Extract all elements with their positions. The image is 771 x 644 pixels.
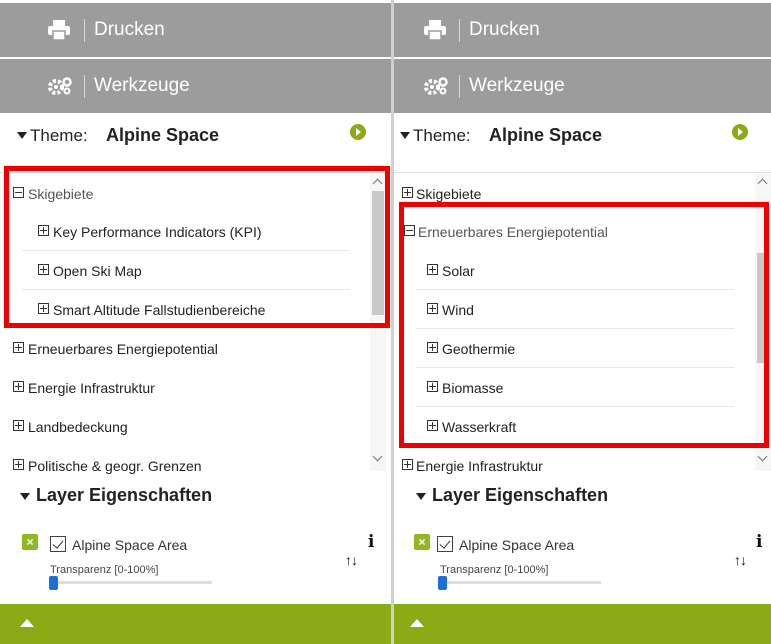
right-panel: Drucken Werkzeuge Theme: Alpine Space Sk… — [394, 0, 771, 644]
highlight-box — [399, 202, 769, 448]
theme-prefix: Theme: — [413, 126, 471, 145]
print-button[interactable]: Drucken — [0, 3, 391, 57]
arrow-right-circle-icon[interactable] — [350, 124, 366, 140]
chevron-up-icon[interactable] — [20, 619, 34, 627]
tools-button[interactable]: Werkzeuge — [394, 59, 771, 113]
layer-properties-header[interactable]: Layer Eigenschaften — [394, 483, 771, 511]
footer-toggle-bar[interactable] — [0, 604, 391, 644]
tree-item-energie-infrastruktur[interactable]: Energie Infrastruktur — [0, 369, 370, 407]
info-icon[interactable]: i — [756, 532, 762, 552]
chevron-up-icon[interactable] — [410, 619, 424, 627]
up-down-arrows-icon[interactable]: ↑↓ — [734, 552, 747, 568]
theme-name: Alpine Space — [106, 125, 220, 145]
caret-down-icon — [400, 132, 410, 139]
slider-handle[interactable] — [49, 576, 58, 590]
layer-section-title: Layer Eigenschaften — [432, 485, 609, 505]
printer-icon — [48, 20, 70, 46]
expand-icon[interactable] — [13, 342, 24, 353]
print-label: Drucken — [94, 19, 165, 40]
transparency-label: Transparenz [0-100%] — [50, 564, 159, 576]
expand-icon[interactable] — [13, 381, 24, 392]
scroll-down-icon[interactable] — [757, 451, 768, 462]
close-icon[interactable]: × — [22, 534, 38, 550]
footer-toggle-bar[interactable] — [394, 604, 771, 644]
tree-item-erneuerbares[interactable]: Erneuerbares Energiepotential — [0, 330, 370, 368]
close-icon[interactable]: × — [414, 534, 430, 550]
transparency-label: Transparenz [0-100%] — [440, 564, 549, 576]
print-label: Drucken — [469, 19, 540, 40]
tree-item-landbedeckung[interactable]: Landbedeckung — [0, 408, 370, 446]
arrow-right-circle-icon[interactable] — [732, 124, 748, 140]
expand-icon[interactable] — [13, 420, 24, 431]
tools-label: Werkzeuge — [94, 75, 190, 96]
layer-name: Alpine Space Area — [72, 537, 188, 553]
layer-visibility-checkbox[interactable] — [437, 536, 453, 552]
printer-icon — [424, 20, 446, 46]
expand-icon[interactable] — [402, 459, 413, 470]
caret-down-icon — [416, 493, 426, 500]
caret-down-icon — [17, 132, 27, 139]
highlight-box — [4, 166, 390, 328]
layer-properties-header[interactable]: Layer Eigenschaften — [0, 483, 391, 511]
transparency-slider[interactable] — [49, 576, 212, 590]
theme-selector[interactable]: Theme: Alpine Space — [0, 120, 391, 160]
tools-button[interactable]: Werkzeuge — [0, 59, 391, 113]
layer-visibility-checkbox[interactable] — [50, 536, 66, 552]
gears-icon — [424, 76, 448, 102]
info-icon[interactable]: i — [368, 532, 374, 552]
expand-icon[interactable] — [402, 187, 413, 198]
layer-name: Alpine Space Area — [459, 537, 575, 553]
layer-section-title: Layer Eigenschaften — [36, 485, 213, 505]
theme-name: Alpine Space — [489, 125, 603, 145]
theme-prefix: Theme: — [30, 126, 88, 145]
gears-icon — [48, 76, 72, 102]
theme-selector[interactable]: Theme: Alpine Space — [394, 120, 771, 160]
tree-item-politische-grenzen[interactable]: Politische & geogr. Grenzen — [0, 447, 370, 485]
scroll-up-icon[interactable] — [757, 178, 768, 189]
slider-handle[interactable] — [438, 576, 447, 590]
left-panel: Drucken Werkzeuge Theme: Alpine Space Sk… — [0, 0, 391, 644]
caret-down-icon — [20, 493, 30, 500]
scroll-down-icon[interactable] — [372, 451, 383, 462]
layer-item: × Alpine Space Area i ↑↓ Transparenz [0-… — [394, 528, 771, 598]
transparency-slider[interactable] — [438, 576, 601, 590]
tools-label: Werkzeuge — [469, 75, 565, 96]
up-down-arrows-icon[interactable]: ↑↓ — [345, 552, 358, 568]
expand-icon[interactable] — [13, 459, 24, 470]
print-button[interactable]: Drucken — [394, 3, 771, 57]
layer-item: × Alpine Space Area i ↑↓ Transparenz [0-… — [0, 528, 391, 598]
tree-item-energie-infrastruktur[interactable]: Energie Infrastruktur — [394, 447, 754, 485]
